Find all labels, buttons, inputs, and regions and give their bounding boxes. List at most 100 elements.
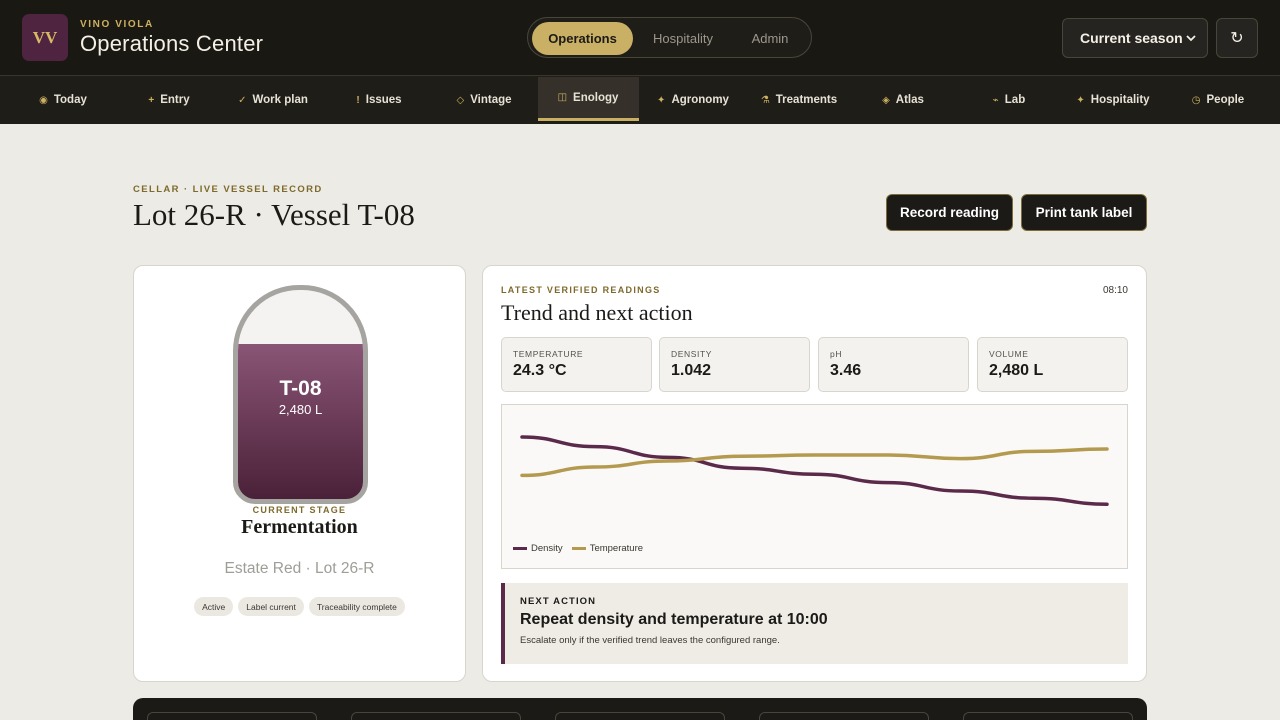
today-icon: ◉ (39, 94, 48, 106)
trend-chart: Density Temperature (501, 404, 1128, 569)
tank-illustration: T-08 2,480 L (233, 285, 368, 504)
vessel-card: T-08 2,480 L CURRENT STAGE Fermentation … (133, 265, 466, 682)
plus-icon: + (148, 94, 155, 106)
nav-item-issues[interactable]: ! Issues (340, 76, 418, 124)
legend-item-density: Density (513, 543, 563, 554)
tank-liquid-level (238, 344, 363, 499)
legend-item-temperature: Temperature (571, 543, 644, 554)
star-icon: ✦ (1076, 94, 1085, 106)
nav-item-label: Vintage (470, 94, 512, 106)
nav-item-label: Entry (160, 94, 190, 106)
nav-item-label: Atlas (895, 94, 924, 106)
season-select-value: Current season (1080, 30, 1183, 46)
stage-label: CURRENT STAGE (252, 505, 347, 515)
bottom-tile (147, 712, 317, 720)
lab-icon: ⌁ (992, 94, 999, 106)
mode-operations[interactable]: Operations (532, 22, 633, 55)
nav-item-label: Today (53, 94, 87, 106)
metric-density: DENSITY 1.042 (659, 337, 810, 392)
print-tank-label-button[interactable]: Print tank label (1021, 194, 1147, 231)
next-action-kicker: NEXT ACTION (520, 596, 597, 607)
nav-item-today[interactable]: ◉ Today (24, 76, 102, 124)
top-bar: VV VINO VIOLA Operations Center Operatio… (0, 0, 1280, 76)
next-action-title: Repeat density and temperature at 10:00 (520, 611, 828, 628)
stage-value: Fermentation (241, 516, 358, 538)
series-line-density (520, 435, 1109, 506)
readings-timestamp: 08:10 (1102, 285, 1128, 296)
readings-card: LATEST VERIFIED READINGS 08:10 Trend and… (482, 265, 1147, 682)
status-chip: Traceability complete (308, 597, 405, 616)
nav-item-label: Work plan (252, 94, 308, 106)
status-chip: Label current (238, 597, 304, 616)
legend-swatch (571, 547, 586, 550)
main-nav: ◉ Today + Entry ✓ Work plan! Issues ◇ Vintage ◫ En… (0, 76, 1280, 124)
diamond-outline-icon: ◇ (456, 94, 465, 106)
map-icon: ◈ (882, 94, 890, 106)
sparkle-icon: ✦ (657, 94, 666, 106)
bottom-tile (555, 712, 725, 720)
tank-icon: ◫ (557, 92, 568, 103)
nav-item-agronomy[interactable]: ✦ Agronomy (647, 76, 739, 124)
alert-icon: ! (356, 94, 360, 106)
mode-admin[interactable]: Admin (733, 22, 807, 55)
record-reading-button[interactable]: Record reading (886, 194, 1013, 231)
metric-ph: pH 3.46 (818, 337, 969, 392)
tank-volume: 2,480 L (278, 402, 323, 417)
nav-item-label: Hospitality (1090, 94, 1150, 106)
nav-item-people[interactable]: ◷ People (1178, 76, 1258, 124)
chevron-down-icon (1186, 35, 1196, 42)
metric-label: pH (830, 349, 843, 359)
nav-item-lab[interactable]: ⌁ Lab (980, 76, 1038, 124)
metric-temperature: TEMPERATURE 24.3 °C (501, 337, 652, 392)
page-title: Lot 26-R · Vessel T-08 (133, 197, 415, 232)
nav-item-hospitality[interactable]: ✦ Hospitality (1064, 76, 1162, 124)
next-action-panel: NEXT ACTION Repeat density and temperatu… (501, 583, 1128, 664)
readings-title: Trend and next action (501, 300, 693, 325)
nav-item-entry[interactable]: + Entry (133, 76, 205, 124)
nav-item-label: Enology (573, 91, 619, 104)
legend-swatch (513, 547, 527, 550)
brand-kicker: VINO VIOLA (80, 19, 154, 30)
readings-kicker: LATEST VERIFIED READINGS (501, 285, 661, 295)
nav-item-label: Agronomy (671, 94, 729, 106)
flask-icon: ⚗ (760, 94, 770, 106)
metric-value: 24.3 °C (513, 362, 567, 379)
season-select[interactable]: Current season (1062, 18, 1208, 58)
metric-label: TEMPERATURE (513, 349, 584, 359)
nav-item-work-plan[interactable]: ✓ Work plan (226, 76, 320, 124)
legend-label: Temperature (589, 543, 644, 554)
lot-subtitle: Estate Red · Lot 26-R (224, 560, 375, 577)
series-line-temperature (520, 447, 1109, 478)
refresh-button[interactable]: ↻ (1216, 18, 1258, 58)
status-chip: Active (194, 597, 234, 616)
nav-item-label: Lab (1004, 94, 1026, 106)
metric-volume: VOLUME 2,480 L (977, 337, 1128, 392)
metric-value: 3.46 (830, 362, 862, 379)
nav-item-label: Treatments (775, 94, 838, 106)
mode-switch: Operations Hospitality Admin (527, 17, 812, 58)
next-action-detail: Escalate only if the verified trend leav… (520, 635, 780, 646)
refresh-icon: ↻ (1230, 30, 1244, 47)
nav-item-enology[interactable]: ◫ Enology (537, 77, 639, 121)
nav-item-treatments[interactable]: ⚗ Treatments (749, 76, 849, 124)
nav-item-atlas[interactable]: ◈ Atlas (868, 76, 938, 124)
bottom-panel (133, 698, 1147, 720)
metric-label: DENSITY (671, 349, 713, 359)
metric-label: VOLUME (989, 349, 1029, 359)
page-kicker: CELLAR · LIVE VESSEL RECORD (133, 184, 323, 195)
bottom-tile (963, 712, 1133, 720)
check-icon: ✓ (238, 94, 247, 106)
people-icon: ◷ (1191, 94, 1201, 106)
mode-hospitality[interactable]: Hospitality (637, 22, 729, 55)
bottom-tile (759, 712, 929, 720)
nav-item-vintage[interactable]: ◇ Vintage (441, 76, 527, 124)
legend-label: Density (531, 543, 563, 554)
status-chips: Active Label current Traceability comple… (134, 597, 465, 616)
nav-item-label: People (1206, 94, 1245, 106)
app-title: Operations Center (80, 31, 264, 56)
nav-item-label: Issues (365, 94, 402, 106)
brand-logo: VV (22, 14, 68, 61)
tank-id: T-08 (279, 377, 322, 400)
metric-value: 2,480 L (989, 362, 1044, 379)
chart-legend: Density Temperature (513, 543, 652, 554)
